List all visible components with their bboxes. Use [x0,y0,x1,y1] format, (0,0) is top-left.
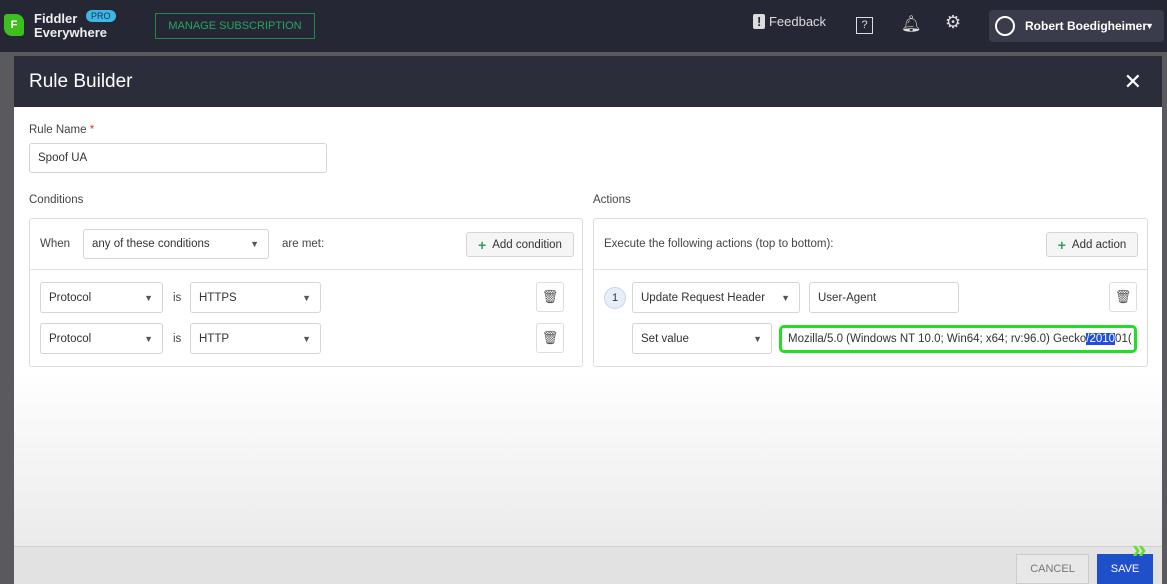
pro-badge: PRO [86,10,116,22]
trash-icon[interactable]: 🗑︎ [536,323,564,353]
watermark-logo-icon: » [1132,534,1147,564]
trash-icon[interactable]: 🗑︎ [536,282,564,312]
dialog-footer [14,546,1162,584]
manage-subscription-button[interactable]: MANAGE SUBSCRIPTION [155,13,315,39]
feedback-label: Feedback [768,14,827,29]
action-type-select[interactable]: Update Request Header [632,282,800,313]
plus-icon: + [478,236,487,253]
actions-intro: Execute the following actions (top to bo… [604,238,834,250]
feedback-icon: ! [753,14,766,29]
selected-text: /2010 [1086,333,1116,345]
rule-builder-dialog: Rule Builder ✕ Rule Name * Spoof UA Cond… [14,56,1162,584]
feedback-button[interactable]: ! Feedback [753,14,826,29]
chevron-down-icon: ▼ [1145,21,1154,31]
action-number: 1 [604,287,626,309]
add-action-button[interactable]: + Add action [1046,232,1138,257]
app-name-line2: Everywhere [34,25,107,40]
add-condition-label: Add condition [492,238,562,251]
trash-icon[interactable]: 🗑︎ [1109,282,1137,312]
value-text: Mozilla/5.0 (Windows NT 10.0; Win64; x64… [788,333,1087,345]
required-mark: * [89,124,95,136]
when-label: When [40,238,71,250]
header-name-input[interactable]: User-Agent [809,282,959,313]
condition-value-select[interactable]: HTTPS [190,282,321,313]
condition-match-select[interactable]: any of these conditions [83,229,269,259]
value-text-end: 01( [1115,333,1132,345]
condition-value-select[interactable]: HTTP [190,323,321,354]
add-action-label: Add action [1071,238,1127,251]
gear-icon[interactable]: ⚙ [945,12,961,33]
rule-name-label-text: Rule Name [29,124,87,136]
condition-operator: is [173,333,182,345]
condition-operator: is [173,292,182,304]
conditions-panel: When any of these conditions are met: + A… [29,218,583,367]
header-value-input[interactable]: Mozilla/5.0 (Windows NT 10.0; Win64; x64… [779,325,1137,353]
are-met-label: are met: [282,238,325,250]
rule-name-input[interactable]: Spoof UA [29,143,327,173]
bell-icon[interactable]: 🔔︎ [901,14,921,34]
plus-icon: + [1057,236,1066,253]
close-icon[interactable]: ✕ [1124,69,1142,95]
add-condition-button[interactable]: + Add condition [466,232,574,257]
condition-field-select[interactable]: Protocol [40,323,163,354]
user-avatar-icon [995,16,1015,36]
actions-panel: Execute the following actions (top to bo… [593,218,1148,367]
dialog-title: Rule Builder [14,56,1162,107]
cancel-button[interactable]: CANCEL [1016,554,1089,584]
action-mode-select[interactable]: Set value [632,323,772,354]
rule-name-label: Rule Name * [29,124,94,136]
top-bar: F Fiddler Everywhere PRO MANAGE SUBSCRIPT… [0,0,1167,52]
condition-field-select[interactable]: Protocol [40,282,163,313]
user-name: Robert Boedigheimer [1025,19,1148,33]
help-icon[interactable]: ? [856,17,873,34]
fiddler-logo: F [4,14,24,36]
actions-label: Actions [593,194,631,206]
divider [594,269,1147,270]
user-menu[interactable]: Robert Boedigheimer ▼ [989,10,1164,42]
divider [30,269,582,270]
conditions-label: Conditions [29,194,84,206]
